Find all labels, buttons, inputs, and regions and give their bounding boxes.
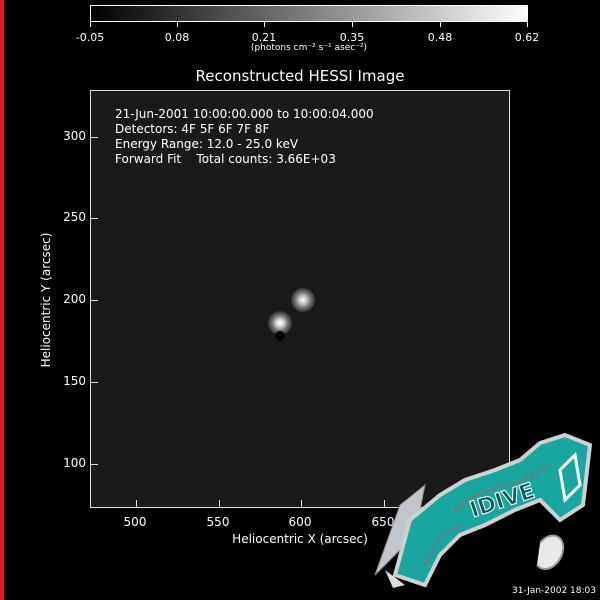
colorbar-label: 0.62 xyxy=(514,31,540,44)
colorbar-tick xyxy=(177,22,178,27)
x-tick xyxy=(219,500,220,508)
info-fit: Forward Fit Total counts: 3.66E+03 xyxy=(115,152,336,166)
colorbar xyxy=(90,5,528,22)
y-tick xyxy=(90,218,98,219)
y-tick xyxy=(90,382,98,383)
y-tick-label: 150 xyxy=(63,374,86,388)
x-axis-label: Heliocentric X (arcsec) xyxy=(232,532,368,546)
y-tick-label: 300 xyxy=(63,129,86,143)
logo-ribbon-icon: IDIVE xyxy=(374,432,593,588)
y-tick-label: 250 xyxy=(63,210,86,224)
left-border xyxy=(0,0,4,600)
info-time-range: 21-Jun-2001 10:00:00.000 to 10:00:04.000 xyxy=(115,107,374,121)
timestamp: 31-Jan-2002 18:03 xyxy=(511,586,596,596)
colorbar-tick xyxy=(527,22,528,27)
y-axis-label: Heliocentric Y (arcsec) xyxy=(39,232,53,368)
colorbar-tick xyxy=(352,22,353,27)
y-tick-label: 200 xyxy=(63,292,86,306)
colorbar-label: 0.48 xyxy=(427,31,453,44)
colorbar-tick xyxy=(90,22,91,27)
colorbar-label: -0.05 xyxy=(75,31,105,44)
y-tick-label: 100 xyxy=(63,456,86,470)
x-tick xyxy=(136,500,137,508)
x-tick-label: 500 xyxy=(123,515,147,529)
y-tick xyxy=(90,464,98,465)
hxr-source-shadow xyxy=(275,331,285,341)
info-detectors: Detectors: 4F 5F 6F 7F 8F xyxy=(115,122,270,136)
colorbar-tick xyxy=(440,22,441,27)
y-tick xyxy=(90,137,98,138)
x-tick xyxy=(301,500,302,508)
info-energy-range: Energy Range: 12.0 - 25.0 keV xyxy=(115,137,299,151)
colorbar-label: 0.08 xyxy=(164,31,190,44)
colorbar-tick xyxy=(264,22,265,27)
y-tick xyxy=(90,300,98,301)
hxr-source-upper xyxy=(291,288,315,312)
plot-title: Reconstructed HESSI Image xyxy=(195,67,405,85)
x-tick-label: 550 xyxy=(206,515,230,529)
colorbar-units: (photons cm⁻² s⁻¹ asec⁻²) xyxy=(250,43,368,53)
x-tick-label: 600 xyxy=(288,515,312,529)
